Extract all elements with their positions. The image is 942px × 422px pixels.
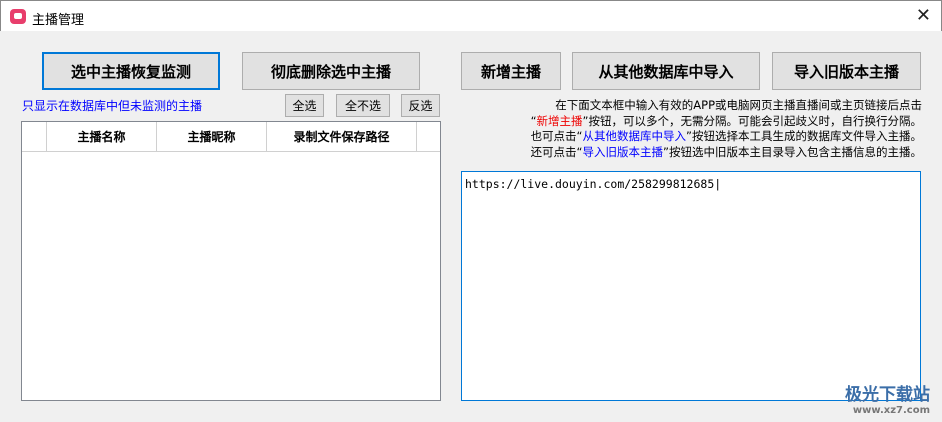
hint-add-highlight: 新增主播 bbox=[536, 113, 583, 128]
watermark: 极光下载站 www.xz7.com bbox=[845, 380, 930, 416]
app-icon bbox=[10, 9, 26, 24]
watermark-url: www.xz7.com bbox=[852, 405, 930, 416]
hint-text: ”按钮，可以多个，无需分隔。可能会引起歧义时，自行换行分隔。 bbox=[582, 113, 922, 128]
hint-text: ”按钮选中旧版本主目录导入包含主播信息的主播。 bbox=[663, 144, 922, 159]
column-header-extra bbox=[417, 122, 440, 151]
column-header-path[interactable]: 录制文件保存路径 bbox=[267, 122, 417, 151]
title-bar: 主播管理 ✕ bbox=[0, 0, 942, 31]
select-none-button[interactable]: 全不选 bbox=[336, 94, 390, 117]
filter-unmonitored-link[interactable]: 只显示在数据库中但未监测的主播 bbox=[22, 97, 202, 114]
import-old-button[interactable]: 导入旧版本主播 bbox=[772, 52, 921, 90]
column-header-nickname[interactable]: 主播昵称 bbox=[157, 122, 267, 151]
restore-monitor-button[interactable]: 选中主播恢复监测 bbox=[42, 52, 220, 90]
url-input-value: https://live.douyin.com/258299812685 bbox=[465, 177, 721, 191]
hint-text: 还可点击“ bbox=[530, 144, 583, 159]
hint-import-db-highlight: 从其他数据库中导入 bbox=[582, 129, 687, 143]
hint-line-1: 在下面文本框中输入有效的APP或电脑网页主播直播间或主页链接后点击 bbox=[555, 98, 922, 112]
watermark-name: 极光下载站 bbox=[845, 385, 930, 405]
select-all-button[interactable]: 全选 bbox=[285, 94, 324, 117]
window-title: 主播管理 bbox=[32, 13, 85, 28]
add-streamer-button[interactable]: 新增主播 bbox=[461, 52, 561, 90]
streamer-table[interactable]: 主播名称 主播昵称 录制文件保存路径 bbox=[21, 121, 441, 401]
close-icon[interactable]: ✕ bbox=[916, 5, 931, 26]
hint-text: ”按钮选择本工具生成的数据库文件导入主播。 bbox=[686, 129, 922, 143]
column-header-name[interactable]: 主播名称 bbox=[47, 122, 157, 151]
invert-selection-button[interactable]: 反选 bbox=[401, 94, 440, 117]
hint-text: 也可点击“ bbox=[530, 129, 583, 143]
delete-selected-button[interactable]: 彻底删除选中主播 bbox=[242, 52, 420, 90]
import-db-button[interactable]: 从其他数据库中导入 bbox=[572, 52, 760, 90]
hint-import-old-highlight: 导入旧版本主播 bbox=[582, 144, 664, 159]
instructions-text: 在下面文本框中输入有效的APP或电脑网页主播直播间或主页链接后点击 “新增主播”… bbox=[531, 98, 922, 160]
column-header-check[interactable] bbox=[22, 122, 47, 151]
url-input[interactable]: https://live.douyin.com/258299812685 bbox=[461, 171, 921, 401]
table-header: 主播名称 主播昵称 录制文件保存路径 bbox=[22, 122, 440, 152]
